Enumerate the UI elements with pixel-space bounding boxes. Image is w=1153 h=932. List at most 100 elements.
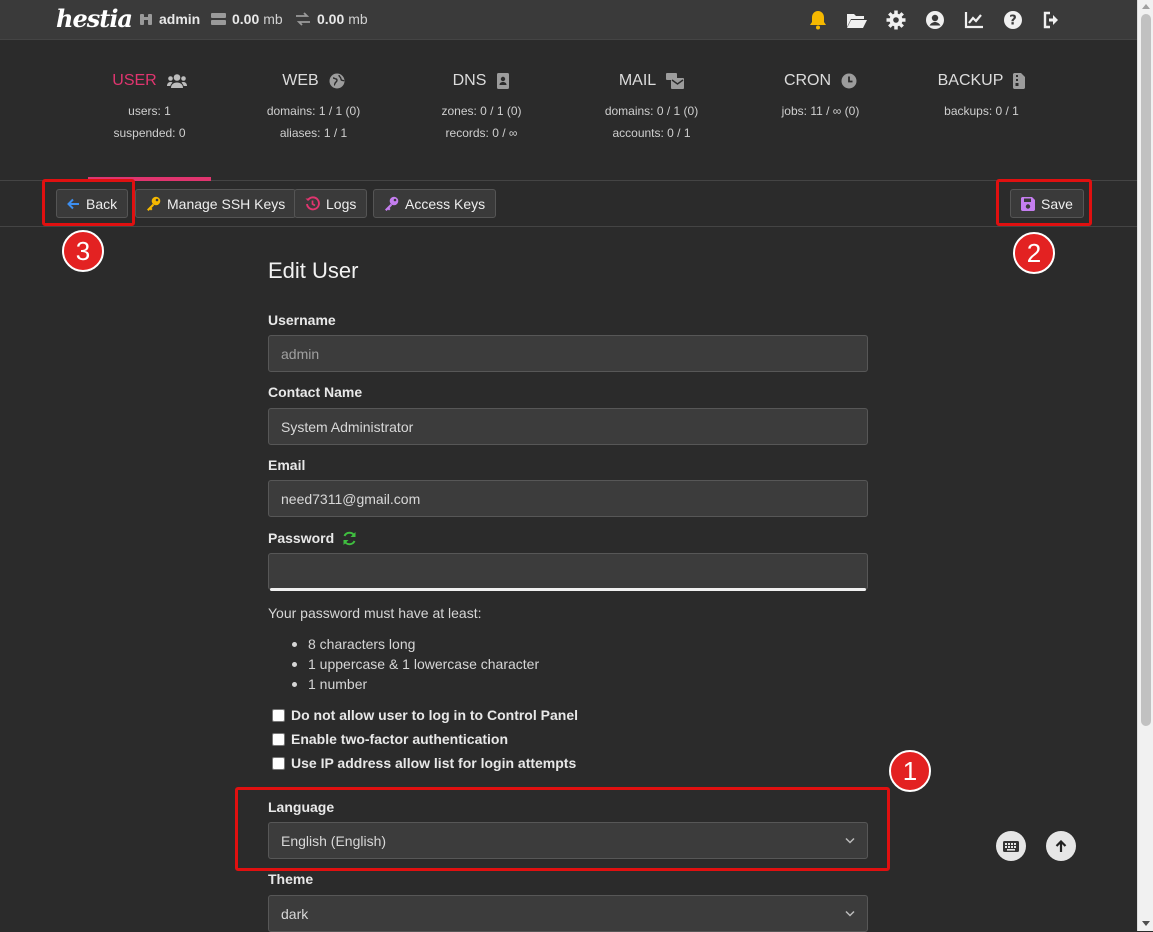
refresh-icon[interactable] [342, 531, 357, 546]
hestia-logo[interactable]: hestia [56, 4, 133, 33]
checkbox-label: Enable two-factor authentication [291, 731, 509, 747]
logs-button-label: Logs [326, 195, 357, 212]
nav-stat: records: 0 / ∞ [445, 126, 518, 140]
disable-login-checkbox[interactable]: Do not allow user to log in to Control P… [272, 707, 578, 723]
disk-unit: mb [263, 11, 283, 27]
page-title: Edit User [268, 258, 359, 283]
checkbox-box[interactable] [272, 708, 285, 722]
globe-icon [329, 73, 345, 89]
nav-active-indicator [88, 177, 211, 181]
topbar-user[interactable]: admin [139, 11, 200, 27]
access-keys-button[interactable]: Access Keys [373, 189, 497, 218]
username-input[interactable]: admin [268, 335, 868, 372]
nav-stat: aliases: 1 / 1 [279, 126, 348, 140]
key-icon [147, 196, 161, 211]
toolbar: Back Manage SSH Keys Logs Access Keys Sa… [0, 182, 1137, 227]
nav-stat: accounts: 0 / 1 [612, 126, 691, 140]
chart-line-icon[interactable] [963, 9, 985, 31]
list-item: 1 number [292, 674, 539, 694]
arrow-up-icon [1055, 839, 1067, 852]
password-input[interactable] [268, 553, 868, 590]
gear-icon[interactable] [885, 9, 907, 31]
nav-stat: jobs: 11 / ∞ (0) [781, 104, 860, 118]
svg-text:?: ? [1009, 14, 1017, 29]
ssh-keys-button-label: Manage SSH Keys [167, 195, 286, 212]
checkbox-label: Do not allow user to log in to Control P… [291, 707, 578, 723]
top-bar: hestia admin 0.00 mb 0.00 mb ? [0, 0, 1137, 40]
bell-icon[interactable] [807, 9, 829, 31]
clock-icon [841, 73, 857, 89]
save-button-label: Save [1041, 195, 1073, 212]
step-badge-3: 3 [62, 230, 104, 272]
page-scrollbar[interactable] [1137, 0, 1153, 931]
topbar-icons: ? [807, 9, 1063, 31]
nav-item-cron[interactable]: CRON jobs: 11 / ∞ (0) [759, 40, 882, 181]
users-icon [166, 74, 187, 88]
list-item: 8 characters long [292, 634, 539, 654]
checkbox-box[interactable] [272, 756, 285, 770]
exchange-icon [296, 12, 310, 26]
username-label: Username [268, 312, 336, 328]
email-label: Email [268, 457, 306, 473]
nav-title: USER [112, 72, 157, 89]
step-badge-2: 2 [1013, 232, 1055, 274]
chevron-down-icon [845, 837, 855, 844]
nav-title: BACKUP [937, 72, 1004, 89]
back-button[interactable]: Back [56, 189, 129, 218]
scroll-thumb[interactable] [1141, 14, 1151, 726]
back-button-label: Back [86, 195, 118, 212]
two-factor-checkbox[interactable]: Enable two-factor authentication [272, 731, 508, 747]
nav-item-mail[interactable]: MAIL domains: 0 / 1 (0) accounts: 0 / 1 [590, 40, 713, 181]
email-input[interactable]: need7311@gmail.com [268, 480, 868, 517]
nav-panel: USER users: 1 suspended: 0 WEB domains: … [0, 40, 1137, 181]
nav-item-backup[interactable]: BACKUP backups: 0 / 1 [920, 40, 1043, 181]
key-icon [385, 196, 399, 211]
topbar-bandwidth: 0.00 mb [295, 11, 368, 27]
nav-stat: domains: 0 / 1 (0) [604, 104, 699, 118]
theme-value: dark [281, 905, 309, 922]
manage-ssh-keys-button[interactable]: Manage SSH Keys [135, 189, 297, 218]
nav-item-dns[interactable]: DNS zones: 0 / 1 (0) records: 0 / ∞ [420, 40, 543, 181]
question-icon[interactable]: ? [1002, 9, 1024, 31]
password-label: Password [268, 530, 335, 546]
nav-title: MAIL [618, 72, 657, 89]
binoculars-icon [140, 14, 152, 25]
nav-stat: backups: 0 / 1 [944, 104, 1019, 118]
checkbox-box[interactable] [272, 732, 285, 746]
theme-label: Theme [268, 871, 314, 887]
ip-allow-list-checkbox[interactable]: Use IP address allow list for login atte… [272, 755, 576, 771]
keyboard-shortcuts-button[interactable] [996, 831, 1026, 861]
language-select[interactable]: English (English) [268, 822, 868, 859]
arrow-left-icon [67, 198, 79, 209]
nav-stat: zones: 0 / 1 (0) [441, 104, 522, 118]
folder-open-icon[interactable] [846, 9, 868, 31]
floppy-disk-icon [1021, 196, 1035, 211]
password-label-row: Password [268, 530, 357, 546]
nav-item-web[interactable]: WEB domains: 1 / 1 (0) aliases: 1 / 1 [252, 40, 375, 181]
scroll-down-arrow[interactable] [1142, 921, 1150, 926]
scroll-up-arrow[interactable] [1142, 4, 1150, 9]
topbar-disk: 0.00 mb [211, 11, 283, 27]
nav-title: CRON [783, 72, 832, 89]
language-label: Language [268, 799, 335, 815]
save-button[interactable]: Save [1010, 189, 1084, 218]
scroll-to-top-button[interactable] [1046, 831, 1076, 861]
nav-item-user[interactable]: USER users: 1 suspended: 0 [88, 40, 211, 181]
contact-name-label: Contact Name [268, 384, 363, 400]
step-badge-1: 1 [889, 750, 931, 792]
history-icon [305, 196, 320, 211]
nav-stat: domains: 1 / 1 (0) [266, 104, 361, 118]
list-item: 1 uppercase & 1 lowercase character [292, 654, 539, 674]
contact-name-input[interactable]: System Administrator [268, 408, 868, 445]
nav-title: WEB [282, 72, 319, 89]
file-archive-icon [1013, 73, 1026, 89]
disk-value: 0.00 [232, 11, 260, 27]
logout-icon[interactable] [1041, 9, 1063, 31]
password-requirements: 8 characters long 1 uppercase & 1 lowerc… [292, 634, 539, 694]
logs-button[interactable]: Logs [294, 189, 368, 218]
user-circle-icon[interactable] [924, 9, 946, 31]
theme-select[interactable]: dark [268, 895, 868, 932]
access-keys-button-label: Access Keys [405, 195, 486, 212]
language-value: English (English) [281, 832, 387, 849]
checkbox-label: Use IP address allow list for login atte… [291, 755, 577, 771]
